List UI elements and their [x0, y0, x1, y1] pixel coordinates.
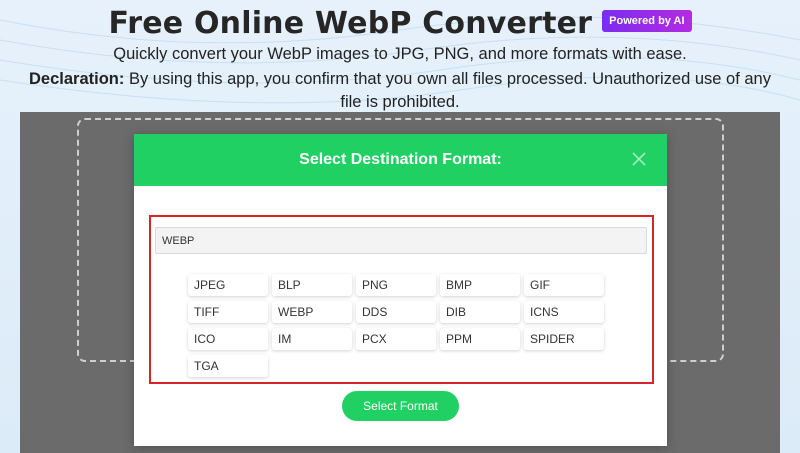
- modal-title: Select Destination Format:: [299, 151, 502, 168]
- format-option-spider[interactable]: SPIDER: [524, 328, 604, 350]
- format-option-gif[interactable]: GIF: [524, 274, 604, 296]
- format-option-bmp[interactable]: BMP: [440, 274, 520, 296]
- format-option-dib[interactable]: DIB: [440, 301, 520, 323]
- format-option-tiff[interactable]: TIFF: [188, 301, 268, 323]
- format-option-dds[interactable]: DDS: [356, 301, 436, 323]
- page-title: Free Online WebP Converter: [108, 5, 593, 41]
- format-option-tga[interactable]: TGA: [188, 355, 268, 377]
- page-subtitle: Quickly convert your WebP images to JPG,…: [113, 45, 687, 63]
- format-option-jpeg[interactable]: JPEG: [188, 274, 268, 296]
- modal-header: Select Destination Format:: [134, 134, 667, 186]
- format-option-icns[interactable]: ICNS: [524, 301, 604, 323]
- format-option-ico[interactable]: ICO: [188, 328, 268, 350]
- format-list-panel: JPEG BLP PNG BMP GIF TIFF WEBP DDS DIB ICNS ICO IM P…: [180, 266, 622, 382]
- format-select-modal: Select Destination Format: JPEGBLPPNGBMP…: [134, 134, 667, 446]
- format-grid: JPEG BLP PNG BMP GIF TIFF WEBP DDS DIB ICNS ICO IM P…: [180, 266, 622, 377]
- declaration-notice: Declaration: By using this app, you conf…: [20, 68, 780, 114]
- format-option-png[interactable]: PNG: [356, 274, 436, 296]
- close-icon[interactable]: [629, 149, 649, 169]
- format-option-webp[interactable]: WEBP: [272, 301, 352, 323]
- format-option-blp[interactable]: BLP: [272, 274, 352, 296]
- title-row: Free Online WebP Converter Powered by AI: [0, 2, 800, 44]
- declaration-text: By using this app, you confirm that you …: [124, 70, 771, 111]
- ai-badge: Powered by AI: [602, 10, 692, 32]
- format-search-input[interactable]: [155, 227, 647, 254]
- format-option-im[interactable]: IM: [272, 328, 352, 350]
- format-option-pcx[interactable]: PCX: [356, 328, 436, 350]
- declaration-label: Declaration:: [29, 70, 125, 88]
- format-option-ppm[interactable]: PPM: [440, 328, 520, 350]
- select-format-button[interactable]: Select Format: [342, 391, 459, 421]
